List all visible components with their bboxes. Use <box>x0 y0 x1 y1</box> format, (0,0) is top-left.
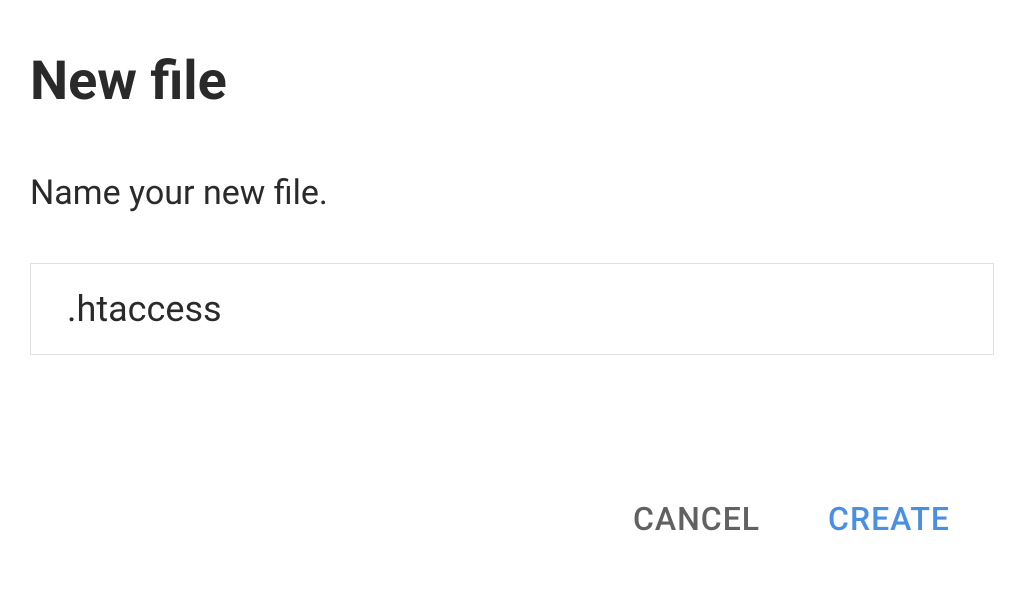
filename-input[interactable] <box>30 263 994 355</box>
dialog-button-row: CANCEL CREATE <box>30 492 994 586</box>
cancel-button[interactable]: CANCEL <box>629 492 764 546</box>
create-button[interactable]: CREATE <box>824 492 954 546</box>
dialog-title: New file <box>30 50 994 113</box>
dialog-label: Name your new file. <box>30 173 994 213</box>
